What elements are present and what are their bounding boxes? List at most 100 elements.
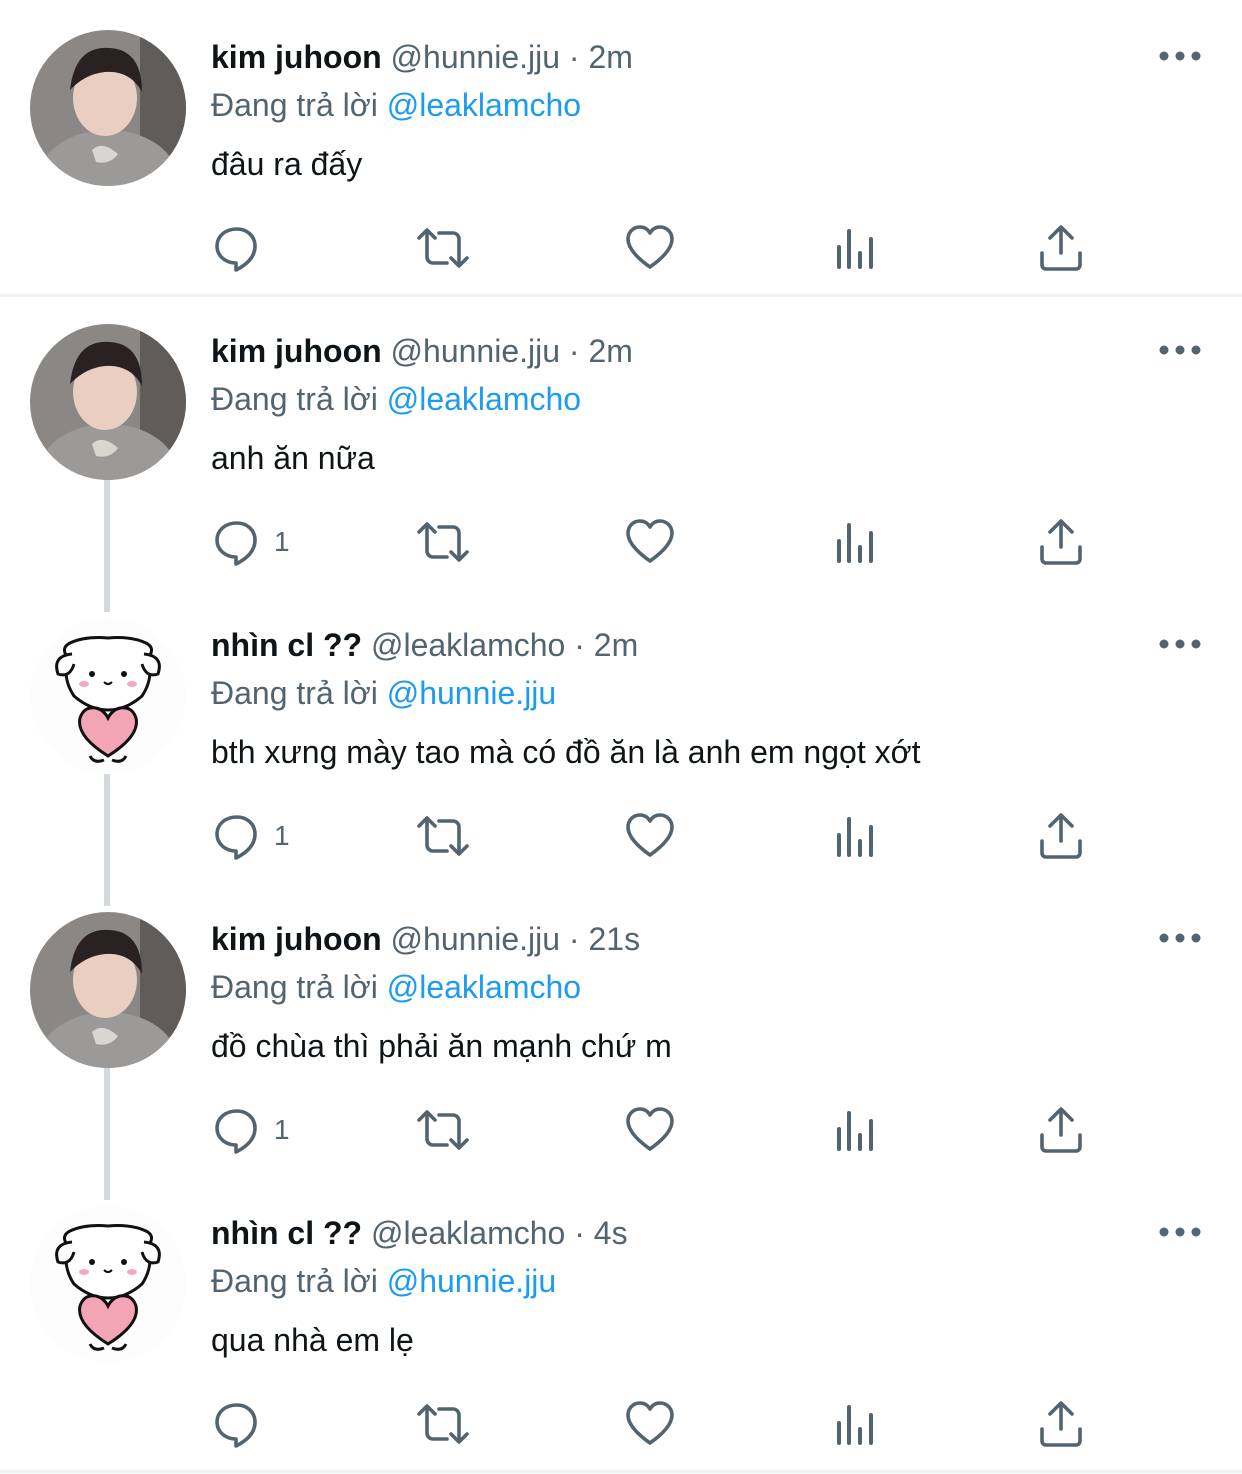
- analytics-icon: [837, 817, 873, 857]
- tweet[interactable]: kim juhoon @hunnie.jju · 2m Đang trả lời…: [0, 294, 1242, 612]
- reply-target-link[interactable]: @hunnie.jju: [387, 675, 556, 711]
- reply-count: 1: [274, 526, 290, 557]
- handle[interactable]: @hunnie.jju: [391, 333, 560, 369]
- handle[interactable]: @hunnie.jju: [391, 39, 560, 75]
- display-name[interactable]: kim juhoon: [211, 921, 382, 957]
- like-button[interactable]: [625, 1396, 675, 1452]
- retweet-button[interactable]: [414, 808, 472, 864]
- share-icon: [1040, 813, 1082, 859]
- share-icon: [1040, 1401, 1082, 1447]
- action-bar: 1: [0, 1102, 1242, 1158]
- heart-icon: [626, 519, 674, 563]
- heart-icon: [626, 225, 674, 269]
- reply-prefix: Đang trả lời: [211, 675, 378, 711]
- analytics-icon: [837, 229, 873, 269]
- reply-icon: [215, 521, 257, 566]
- more-icon: [1159, 51, 1201, 61]
- separator-dot: ·: [574, 627, 585, 663]
- views-button[interactable]: [834, 220, 878, 276]
- retweet-button[interactable]: [414, 1396, 472, 1452]
- action-bar: [0, 1396, 1242, 1452]
- more-icon: [1159, 639, 1201, 649]
- display-name[interactable]: nhìn cl ??: [211, 627, 362, 663]
- views-button[interactable]: [834, 1102, 878, 1158]
- avatar[interactable]: [30, 324, 186, 480]
- reply-target-link[interactable]: @hunnie.jju: [387, 1263, 556, 1299]
- share-button[interactable]: [1037, 1396, 1085, 1452]
- timestamp[interactable]: 21s: [588, 921, 640, 957]
- action-bar: 1: [0, 514, 1242, 570]
- retweet-button[interactable]: [414, 220, 472, 276]
- reply-button[interactable]: 1: [212, 808, 290, 864]
- retweet-icon: [417, 816, 469, 856]
- timestamp[interactable]: 2m: [588, 39, 632, 75]
- timestamp[interactable]: 4s: [594, 1215, 628, 1251]
- puppy-heart-avatar-image: [30, 1206, 186, 1362]
- avatar[interactable]: [30, 30, 186, 186]
- avatar[interactable]: [30, 1206, 186, 1362]
- photo-avatar-image: [30, 30, 186, 186]
- reply-prefix: Đang trả lời: [211, 969, 378, 1005]
- handle[interactable]: @hunnie.jju: [391, 921, 560, 957]
- reply-button[interactable]: [212, 220, 274, 276]
- like-button[interactable]: [625, 514, 675, 570]
- reply-context: Đang trả lời @leaklamcho: [211, 86, 581, 124]
- like-button[interactable]: [625, 1102, 675, 1158]
- display-name[interactable]: nhìn cl ??: [211, 1215, 362, 1251]
- retweet-button[interactable]: [414, 1102, 472, 1158]
- avatar[interactable]: [30, 618, 186, 774]
- reply-target-link[interactable]: @leaklamcho: [387, 969, 581, 1005]
- like-button[interactable]: [625, 808, 675, 864]
- retweet-button[interactable]: [414, 514, 472, 570]
- timestamp[interactable]: 2m: [588, 333, 632, 369]
- share-icon: [1040, 225, 1082, 271]
- reply-icon: [215, 227, 257, 272]
- tweet[interactable]: nhìn cl ?? @leaklamcho · 4s Đang trả lời…: [0, 1176, 1242, 1470]
- more-options-button[interactable]: [1158, 338, 1202, 362]
- avatar[interactable]: [30, 912, 186, 1068]
- handle[interactable]: @leaklamcho: [371, 1215, 565, 1251]
- more-options-button[interactable]: [1158, 632, 1202, 656]
- tweet-text: đồ chùa thì phải ăn mạnh chứ m: [211, 1028, 672, 1064]
- views-button[interactable]: [834, 808, 878, 864]
- tweet[interactable]: nhìn cl ?? @leaklamcho · 2m Đang trả lời…: [0, 588, 1242, 906]
- views-button[interactable]: [834, 514, 878, 570]
- reply-button[interactable]: [212, 1396, 274, 1452]
- views-button[interactable]: [834, 1396, 878, 1452]
- tweet-text: đâu ra đấy: [211, 146, 363, 182]
- heart-icon: [626, 1401, 674, 1445]
- reply-button[interactable]: 1: [212, 514, 290, 570]
- tweet-header: nhìn cl ?? @leaklamcho · 4s: [211, 1214, 628, 1252]
- reply-target-link[interactable]: @leaklamcho: [387, 87, 581, 123]
- separator-dot: ·: [574, 1215, 585, 1251]
- share-button[interactable]: [1037, 808, 1085, 864]
- reply-count: 1: [274, 820, 290, 851]
- more-icon: [1159, 1227, 1201, 1237]
- tweet-header: kim juhoon @hunnie.jju · 21s: [211, 920, 640, 958]
- separator-dot: ·: [568, 39, 580, 75]
- retweet-icon: [417, 1110, 469, 1150]
- heart-icon: [626, 813, 674, 857]
- like-button[interactable]: [625, 220, 675, 276]
- reply-prefix: Đang trả lời: [211, 87, 378, 123]
- reply-prefix: Đang trả lời: [211, 381, 378, 417]
- tweet-header: kim juhoon @hunnie.jju · 2m: [211, 332, 633, 370]
- share-button[interactable]: [1037, 1102, 1085, 1158]
- timestamp[interactable]: 2m: [594, 627, 638, 663]
- puppy-heart-avatar-image: [30, 618, 186, 774]
- handle[interactable]: @leaklamcho: [371, 627, 565, 663]
- more-options-button[interactable]: [1158, 926, 1202, 950]
- share-button[interactable]: [1037, 220, 1085, 276]
- retweet-icon: [417, 228, 469, 268]
- display-name[interactable]: kim juhoon: [211, 39, 382, 75]
- more-options-button[interactable]: [1158, 1220, 1202, 1244]
- reply-button[interactable]: 1: [212, 1102, 290, 1158]
- more-options-button[interactable]: [1158, 44, 1202, 68]
- reply-target-link[interactable]: @leaklamcho: [387, 381, 581, 417]
- tweet[interactable]: kim juhoon @hunnie.jju · 2m Đang trả lời…: [0, 0, 1242, 294]
- share-button[interactable]: [1037, 514, 1085, 570]
- tweet-text: bth xưng mày tao mà có đồ ăn là anh em n…: [211, 734, 921, 770]
- tweet[interactable]: kim juhoon @hunnie.jju · 21s Đang trả lờ…: [0, 882, 1242, 1200]
- display-name[interactable]: kim juhoon: [211, 333, 382, 369]
- heart-icon: [626, 1107, 674, 1151]
